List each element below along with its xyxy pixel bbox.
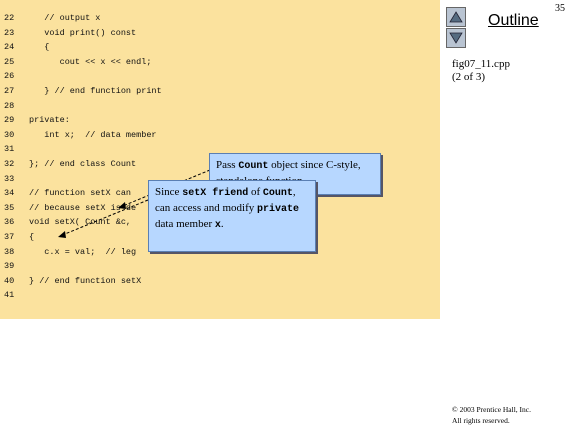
code-line: 28 xyxy=(0,99,29,113)
callout-code: Count xyxy=(238,161,269,172)
line-number: 32 xyxy=(4,159,15,169)
line-number: 23 xyxy=(4,27,15,38)
previous-slide-button[interactable] xyxy=(446,7,466,27)
line-number: 25 xyxy=(4,56,15,67)
next-slide-button[interactable] xyxy=(446,28,466,48)
code-text: private: xyxy=(29,115,70,126)
line-number: 27 xyxy=(4,86,15,96)
code-line: 26 xyxy=(0,69,29,83)
code-line: 38 c.x = val; // leg xyxy=(0,245,136,259)
code-text: } // end function setX xyxy=(29,275,142,286)
callout-text: Pass xyxy=(216,159,239,171)
callout-text: of xyxy=(248,186,263,198)
copyright-line: All rights reserved. xyxy=(452,416,510,425)
up-arrow-icon xyxy=(449,11,463,23)
code-line: 36 void setX( Count &c, xyxy=(0,215,131,229)
code-text: { xyxy=(29,42,50,53)
code-text: void print() const xyxy=(29,27,137,38)
code-line: 27 } // end function print xyxy=(0,84,162,98)
code-line: 29 private: xyxy=(0,113,70,127)
line-number: 24 xyxy=(4,42,15,53)
code-text: }; // end class Count xyxy=(29,159,137,169)
code-text: int x; // data member xyxy=(29,129,157,140)
line-number: 40 xyxy=(4,275,15,286)
line-number: 29 xyxy=(4,115,15,126)
code-text: // function setX can xyxy=(29,188,132,199)
code-text: { xyxy=(29,232,35,242)
callout-code: Count xyxy=(262,188,293,199)
file-name: fig07_11.cpp xyxy=(452,58,510,70)
callout-friend-access: Since setX friend of Count, can access a… xyxy=(148,180,316,252)
line-number: 39 xyxy=(4,261,15,272)
line-number: 31 xyxy=(4,144,15,155)
code-text: // because setX is de xyxy=(29,202,137,213)
code-line: 31 xyxy=(0,142,29,156)
down-arrow-icon xyxy=(449,32,463,44)
line-number: 41 xyxy=(4,290,15,301)
line-number: 37 xyxy=(4,232,15,242)
line-number: 26 xyxy=(4,71,15,82)
line-number: 33 xyxy=(4,173,15,184)
callout-code: setX friend xyxy=(182,188,249,199)
code-text: void setX( Count &c, xyxy=(29,217,132,228)
file-part: (2 of 3) xyxy=(452,71,485,83)
code-line: 40 } // end function setX xyxy=(0,274,141,288)
code-line: 41 xyxy=(0,288,29,302)
code-line: 35 // because setX is de xyxy=(0,201,136,215)
code-line: 32 }; // end class Count xyxy=(0,157,136,171)
callout-text: Since xyxy=(155,186,183,198)
slide-number: 35 xyxy=(555,3,565,14)
code-line: 34 // function setX can xyxy=(0,186,131,200)
copyright-line: © 2003 Prentice Hall, Inc. xyxy=(452,405,532,414)
callout-text: . xyxy=(220,218,224,230)
code-line: 39 xyxy=(0,259,29,273)
code-line: 22 // output x xyxy=(0,11,100,25)
code-line: 33 xyxy=(0,172,29,186)
line-number: 36 xyxy=(4,217,15,228)
copyright-notice: © 2003 Prentice Hall, Inc. All rights re… xyxy=(452,404,531,426)
line-number: 34 xyxy=(4,188,15,199)
code-text: cout << x << endl; xyxy=(29,56,152,67)
file-info: fig07_11.cpp (2 of 3) xyxy=(452,58,510,84)
code-line: 30 int x; // data member xyxy=(0,128,157,142)
code-line: 37 { xyxy=(0,230,34,244)
line-number: 30 xyxy=(4,129,15,140)
line-number: 22 xyxy=(4,13,15,23)
line-number: 35 xyxy=(4,202,15,213)
code-text: // output x xyxy=(29,13,101,23)
outline-link[interactable]: Outline xyxy=(488,12,539,30)
line-number: 28 xyxy=(4,100,15,111)
callout-text: data member xyxy=(155,218,215,230)
line-number: 38 xyxy=(4,246,15,257)
callout-code: private xyxy=(257,204,300,215)
code-text: } // end function print xyxy=(29,86,162,96)
code-text: c.x = val; // leg xyxy=(29,246,137,257)
code-line: 24 { xyxy=(0,40,49,54)
code-line: 25 cout << x << endl; xyxy=(0,55,151,69)
code-line: 23 void print() const xyxy=(0,26,136,40)
